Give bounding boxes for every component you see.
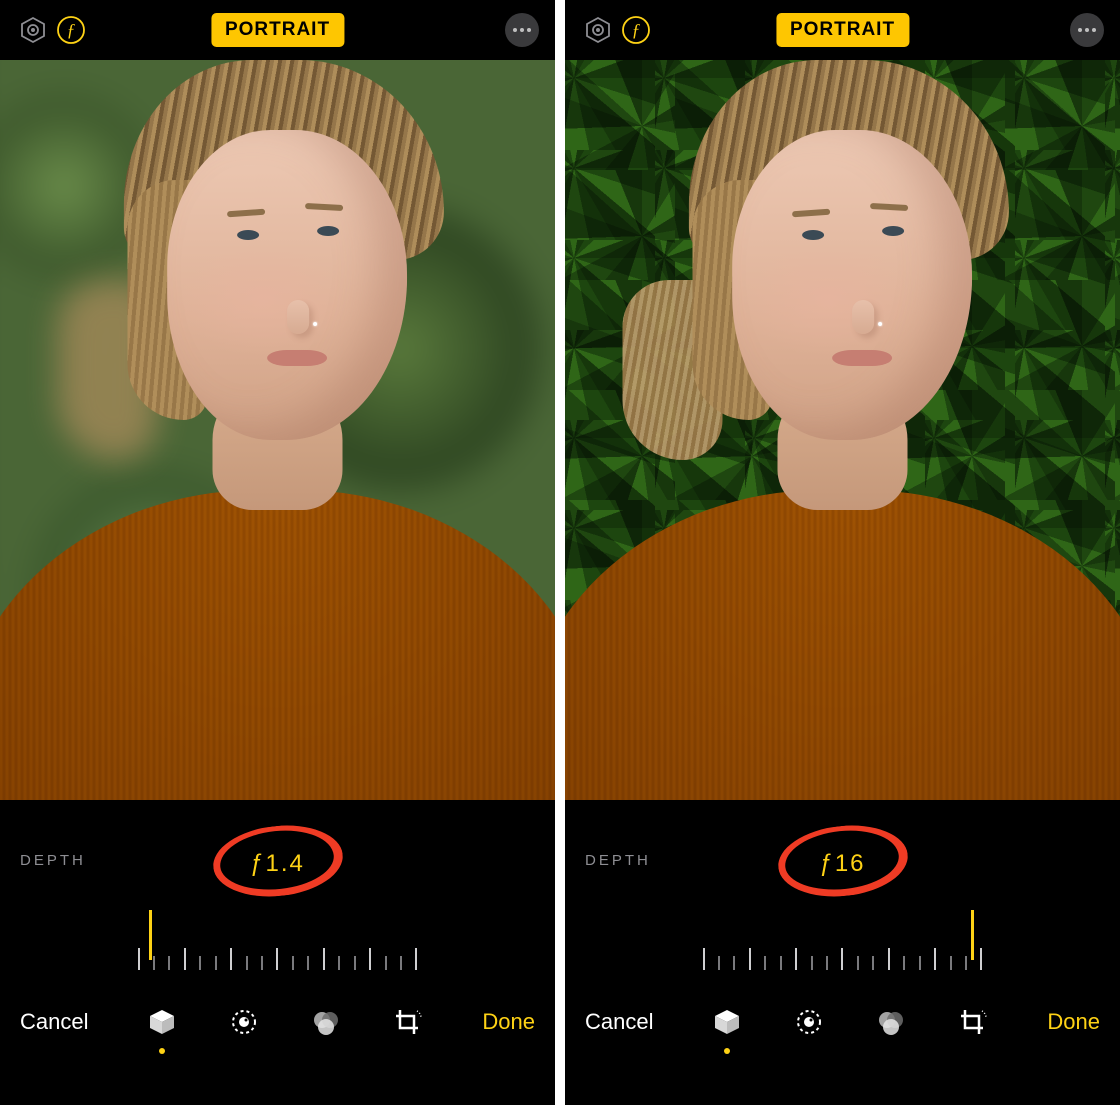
cube-icon[interactable] xyxy=(140,1000,184,1044)
adjust-icon[interactable] xyxy=(222,1000,266,1044)
editor-pane-right: ƒ PORTRAIT DEPTH ƒ16 xyxy=(565,0,1120,1105)
adjust-icon[interactable] xyxy=(787,1000,831,1044)
depth-label: DEPTH xyxy=(20,852,86,869)
editor-pane-left: ƒ PORTRAIT DEPTH ƒ1.4 xyxy=(0,0,555,1105)
done-button[interactable]: Done xyxy=(1047,1009,1100,1035)
portrait-subject xyxy=(565,60,1120,800)
more-button[interactable] xyxy=(1070,13,1104,47)
aperture-value: ƒ1.4 xyxy=(250,850,305,878)
more-icon xyxy=(513,28,517,32)
aperture-value: ƒ16 xyxy=(819,850,865,878)
portrait-subject xyxy=(0,60,555,800)
crop-icon[interactable] xyxy=(951,1000,995,1044)
bottom-toolbar: Cancel Done xyxy=(0,980,555,1074)
more-button[interactable] xyxy=(505,13,539,47)
slider-ticks xyxy=(138,942,418,970)
depth-label: DEPTH xyxy=(585,852,651,869)
photo-preview[interactable] xyxy=(0,60,555,800)
depth-panel: DEPTH ƒ16 xyxy=(565,800,1120,980)
filters-icon[interactable] xyxy=(304,1000,348,1044)
mode-badge[interactable]: PORTRAIT xyxy=(211,13,344,47)
active-indicator xyxy=(724,1048,730,1054)
cube-icon[interactable] xyxy=(705,1000,749,1044)
depth-panel: DEPTH ƒ1.4 xyxy=(0,800,555,980)
cancel-button[interactable]: Cancel xyxy=(585,1009,653,1035)
cancel-button[interactable]: Cancel xyxy=(20,1009,88,1035)
svg-text:ƒ: ƒ xyxy=(632,20,641,40)
hexagon-icon[interactable] xyxy=(581,13,615,47)
hexagon-icon[interactable] xyxy=(16,13,50,47)
done-button[interactable]: Done xyxy=(482,1009,535,1035)
top-bar: ƒ PORTRAIT xyxy=(565,0,1120,60)
aperture-icon[interactable]: ƒ xyxy=(619,13,653,47)
mode-badge[interactable]: PORTRAIT xyxy=(776,13,909,47)
aperture-icon[interactable]: ƒ xyxy=(54,13,88,47)
slider-ticks xyxy=(703,942,983,970)
depth-slider[interactable] xyxy=(138,910,418,970)
crop-icon[interactable] xyxy=(386,1000,430,1044)
bottom-toolbar: Cancel Done xyxy=(565,980,1120,1074)
more-icon xyxy=(1078,28,1082,32)
svg-text:ƒ: ƒ xyxy=(67,20,76,40)
active-indicator xyxy=(159,1048,165,1054)
top-bar: ƒ PORTRAIT xyxy=(0,0,555,60)
filters-icon[interactable] xyxy=(869,1000,913,1044)
photo-preview[interactable] xyxy=(565,60,1120,800)
depth-slider[interactable] xyxy=(703,910,983,970)
